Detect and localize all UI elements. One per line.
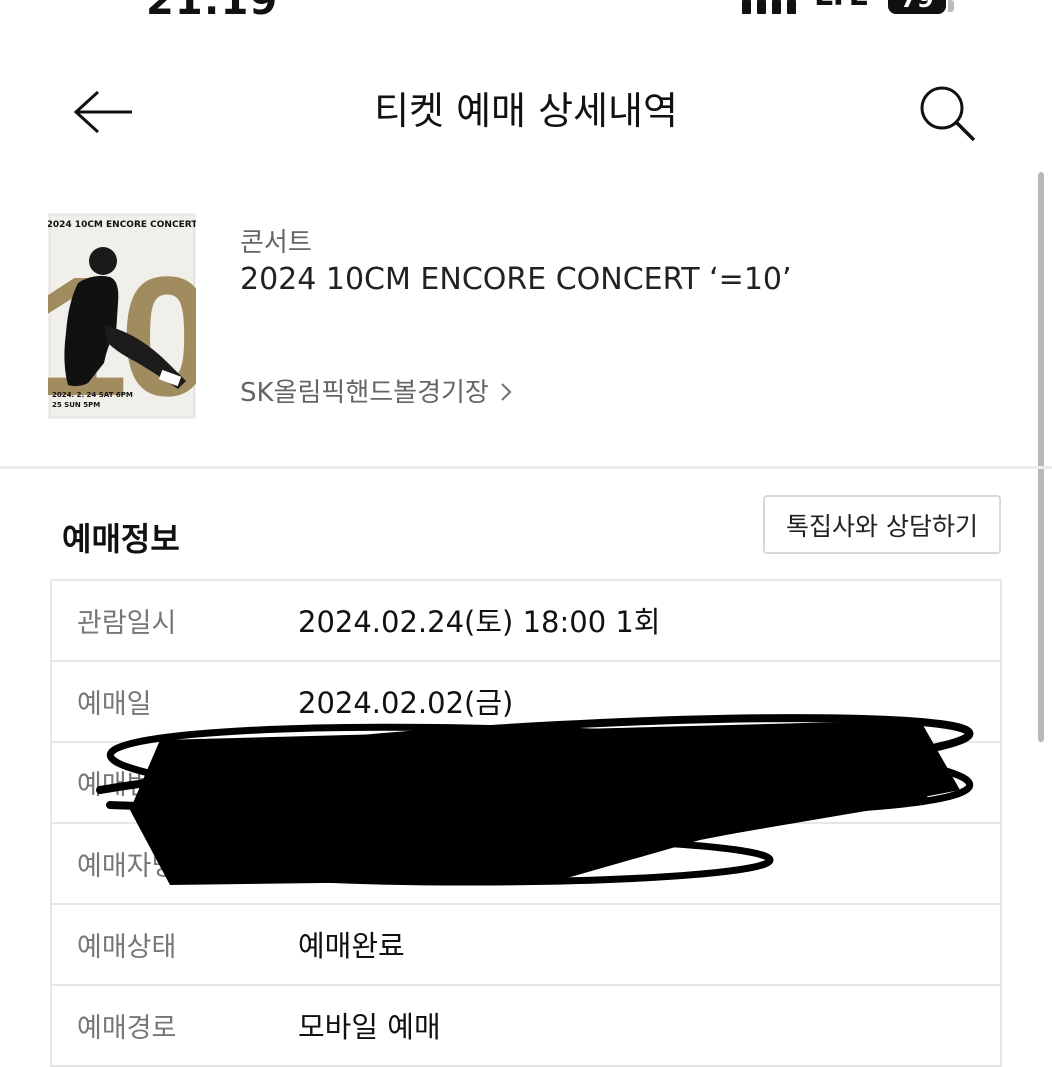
booking-info-table: 관람일시 2024.02.24(토) 18:00 1회 예매일 2024.02.… xyxy=(50,579,1002,1067)
info-value: 예매완료 xyxy=(298,929,405,963)
battery-icon: 79 xyxy=(888,0,946,14)
status-time: 21:19 xyxy=(146,0,278,20)
info-value: 2024.02.02(금) xyxy=(298,686,514,720)
chevron-right-icon xyxy=(501,382,512,401)
venue-link[interactable]: SK올림픽핸드볼경기장 xyxy=(240,372,513,409)
info-row-booking-number: 예매번호 xyxy=(52,743,1000,824)
section-title-booking-info: 예매정보 xyxy=(62,520,180,558)
signal-icon xyxy=(742,0,796,14)
event-category: 콘서트 xyxy=(240,228,312,258)
venue-name: SK올림픽핸드볼경기장 xyxy=(240,378,489,408)
info-row-view-date: 관람일시 2024.02.24(토) 18:00 1회 xyxy=(52,581,1000,662)
info-label: 예매번호 xyxy=(77,770,177,801)
event-poster[interactable]: 10 2024 10CM ENCORE CONCERT 2024. 2. 24 … xyxy=(48,213,196,419)
top-nav: 티켓 예매 상세내역 xyxy=(0,60,1052,160)
network-label: LTE xyxy=(814,0,869,13)
poster-dates-2: 25 SUN 5PM xyxy=(52,401,100,409)
event-title: 2024 10CM ENCORE CONCERT ‘=10’ xyxy=(240,262,792,297)
status-bar: 21:19 LTE 79 xyxy=(0,0,1052,20)
scrollbar[interactable] xyxy=(1038,172,1044,742)
info-label: 예매상태 xyxy=(77,932,177,963)
info-label: 예매자명 xyxy=(77,851,177,882)
info-value: 2024.02.24(토) 18:00 1회 xyxy=(298,605,661,639)
page-title: 티켓 예매 상세내역 xyxy=(374,89,678,133)
battery-tip xyxy=(948,0,954,12)
info-label: 관람일시 xyxy=(77,608,177,639)
poster-dates-1: 2024. 2. 24 SAT 6PM xyxy=(52,391,133,399)
info-label: 예매일 xyxy=(77,689,152,720)
info-row-booking-channel: 예매경로 모바일 예매 xyxy=(52,986,1000,1067)
info-value: 모바일 예매 xyxy=(298,1010,441,1044)
info-label: 예매경로 xyxy=(77,1013,177,1044)
poster-headline: 2024 10CM ENCORE CONCERT xyxy=(48,220,196,230)
section-divider xyxy=(0,466,1052,469)
info-row-booking-status: 예매상태 예매완료 xyxy=(52,905,1000,986)
search-icon[interactable] xyxy=(918,84,980,146)
consult-button[interactable]: 톡집사와 상담하기 xyxy=(763,495,1001,554)
info-row-booking-date: 예매일 2024.02.02(금) xyxy=(52,662,1000,743)
info-row-booker-name: 예매자명 xyxy=(52,824,1000,905)
